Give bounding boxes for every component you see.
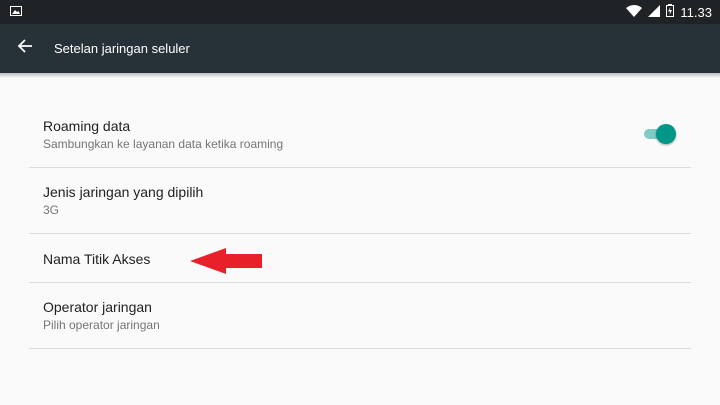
- setting-roaming-data[interactable]: Roaming data Sambungkan ke layanan data …: [29, 102, 691, 168]
- status-bar: 11.33: [0, 0, 720, 24]
- wifi-icon: [626, 4, 643, 20]
- setting-network-operator[interactable]: Operator jaringan Pilih operator jaringa…: [29, 283, 691, 349]
- setting-access-point-names[interactable]: Nama Titik Akses: [29, 234, 691, 283]
- setting-subtitle: 3G: [43, 203, 60, 217]
- battery-charging-icon: [666, 4, 675, 20]
- toggle-thumb: [656, 124, 676, 144]
- app-bar: Setelan jaringan seluler: [0, 24, 720, 73]
- back-button[interactable]: [0, 24, 50, 73]
- settings-list: Roaming data Sambungkan ke layanan data …: [29, 102, 691, 349]
- setting-title: Roaming data: [43, 118, 131, 134]
- red-arrow-icon: [190, 248, 262, 274]
- setting-subtitle: Sambungkan ke layanan data ketika roamin…: [43, 137, 284, 151]
- roaming-toggle[interactable]: [642, 124, 676, 144]
- setting-subtitle: Pilih operator jaringan: [43, 318, 160, 332]
- arrow-back-icon: [17, 38, 33, 59]
- setting-preferred-network-type[interactable]: Jenis jaringan yang dipilih 3G: [29, 168, 691, 234]
- image-notification-icon: [10, 3, 22, 21]
- setting-title: Jenis jaringan yang dipilih: [43, 184, 204, 200]
- cell-signal-icon: [648, 4, 661, 20]
- setting-title: Nama Titik Akses: [43, 251, 151, 267]
- setting-title: Operator jaringan: [43, 299, 152, 315]
- clock: 11.33: [680, 4, 712, 20]
- page-title: Setelan jaringan seluler: [54, 41, 190, 56]
- app-bar-shadow: [0, 73, 720, 78]
